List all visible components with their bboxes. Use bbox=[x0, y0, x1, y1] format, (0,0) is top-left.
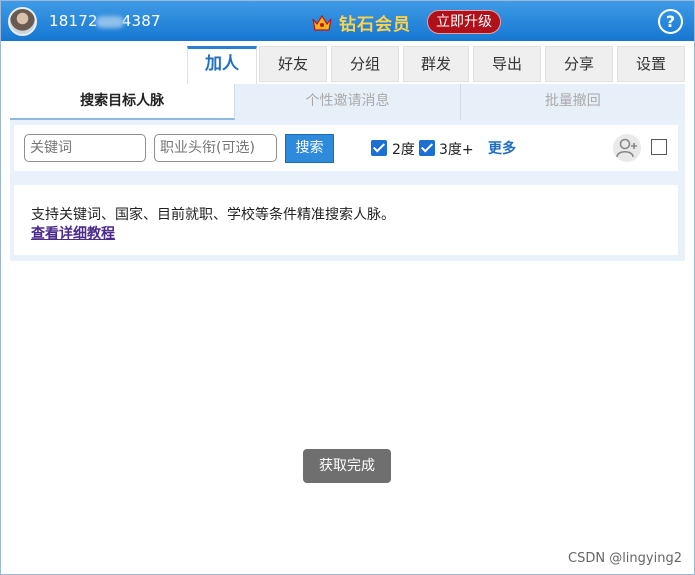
info-box: 支持关键词、国家、目前就职、学校等条件精准搜索人脉。 查看详细教程 bbox=[14, 185, 678, 255]
main-tab-bar: 加人 好友 分组 群发 导出 分享 设置 bbox=[1, 41, 694, 86]
subtab-search-contacts[interactable]: 搜索目标人脉 bbox=[10, 84, 236, 120]
search-button[interactable]: 搜索 bbox=[285, 134, 334, 163]
vip-badge: 钻石会员 bbox=[311, 10, 411, 35]
app-window: 18172 4387 钻石会员 立即升级 ? 加人 好友 分组 群发 导出 分享 … bbox=[0, 0, 695, 575]
tab-add-people[interactable]: 加人 bbox=[187, 46, 257, 86]
top-bar: 18172 4387 钻石会员 立即升级 ? bbox=[1, 1, 694, 41]
tab-mass-send[interactable]: 群发 bbox=[403, 46, 469, 82]
phone-suffix: 4387 bbox=[121, 12, 161, 30]
tab-share[interactable]: 分享 bbox=[545, 46, 613, 82]
more-filters-link[interactable]: 更多 bbox=[488, 138, 516, 158]
help-icon[interactable]: ? bbox=[658, 9, 683, 34]
content-panel: 搜索目标人脉 个性邀请消息 批量撤回 搜索 2度 3度+ 更多 支持关键 bbox=[10, 84, 685, 261]
add-user-icon[interactable] bbox=[613, 134, 641, 162]
toast-message: 获取完成 bbox=[303, 449, 391, 483]
degree2-checkbox[interactable] bbox=[371, 140, 387, 156]
sub-tab-bar: 搜索目标人脉 个性邀请消息 批量撤回 bbox=[10, 84, 685, 120]
phone-prefix: 18172 bbox=[49, 12, 98, 30]
user-avatar[interactable] bbox=[8, 7, 37, 36]
subtab-invite-message[interactable]: 个性邀请消息 bbox=[235, 84, 461, 120]
watermark: CSDN @lingying2 bbox=[568, 551, 682, 566]
tutorial-link[interactable]: 查看详细教程 bbox=[31, 223, 115, 243]
degree3-checkbox[interactable] bbox=[419, 140, 435, 156]
account-phone: 18172 4387 bbox=[49, 12, 161, 30]
tab-groups[interactable]: 分组 bbox=[331, 46, 399, 82]
degree3-label: 3度+ bbox=[439, 142, 474, 158]
select-all-checkbox[interactable] bbox=[651, 139, 667, 155]
tab-settings[interactable]: 设置 bbox=[617, 46, 685, 82]
tab-friends[interactable]: 好友 bbox=[259, 46, 327, 82]
vip-label: 钻石会员 bbox=[339, 15, 411, 35]
subtab-batch-withdraw[interactable]: 批量撤回 bbox=[460, 84, 685, 120]
info-text: 支持关键词、国家、目前就职、学校等条件精准搜索人脉。 bbox=[31, 207, 395, 223]
degree2-label: 2度 bbox=[392, 142, 415, 158]
keyword-input[interactable] bbox=[24, 134, 146, 162]
upgrade-button[interactable]: 立即升级 bbox=[427, 10, 501, 34]
crown-icon bbox=[312, 14, 332, 31]
search-row: 搜索 2度 3度+ 更多 bbox=[14, 125, 678, 171]
job-title-input[interactable] bbox=[154, 134, 277, 162]
tab-export[interactable]: 导出 bbox=[473, 46, 541, 82]
phone-redaction bbox=[95, 15, 124, 28]
